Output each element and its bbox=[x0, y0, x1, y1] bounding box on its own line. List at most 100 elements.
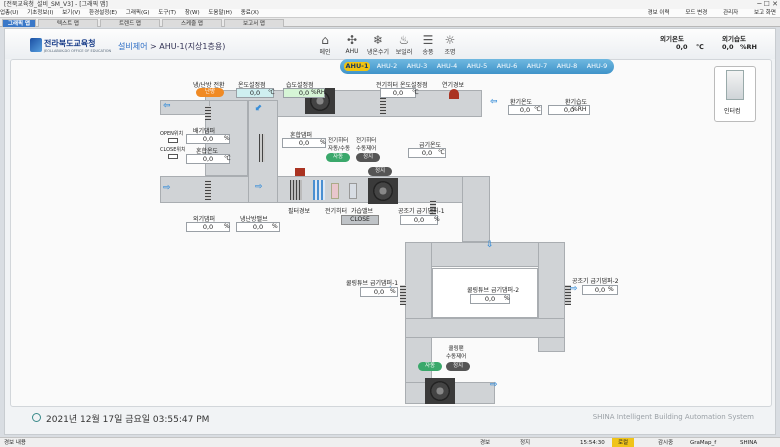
mode-change-button[interactable]: 모드 변경 bbox=[685, 10, 707, 16]
supply-temp-unit: ℃ bbox=[438, 149, 445, 156]
heater-manual-button[interactable]: 정지 bbox=[356, 153, 380, 162]
menu-item[interactable]: 창(W) bbox=[185, 10, 200, 16]
report-screen-button[interactable]: 보고 화면 bbox=[754, 10, 776, 16]
status-time: 15:54:30 bbox=[580, 440, 605, 446]
nav-ahu[interactable]: ✣ AHU bbox=[340, 33, 364, 55]
outdoor-temp-unit: ℃ bbox=[696, 43, 704, 51]
status-stop: 정지 bbox=[520, 440, 531, 446]
ahu-tab-6[interactable]: AHU-6 bbox=[494, 62, 520, 71]
cooling-fan-auto-button[interactable]: 자동 bbox=[418, 362, 442, 371]
heater-label: 전기히터 bbox=[325, 208, 348, 215]
menu-item[interactable]: 종료(X) bbox=[241, 10, 259, 16]
cooling-fan-stop-button[interactable]: 정지 bbox=[446, 362, 470, 371]
bulb-icon: ☼ bbox=[444, 33, 456, 47]
heater-auto-button[interactable]: 자동 bbox=[326, 153, 350, 162]
supply-fan-button[interactable]: 정지 bbox=[368, 167, 392, 176]
supply-damper1-label: 공조기 급기댐퍼-1 bbox=[398, 208, 445, 215]
cooling-damper1-label: 쿨링튜브 급기댐퍼-1 bbox=[346, 280, 399, 287]
heater-manual-label: 전기히터 수동제어 bbox=[356, 138, 377, 152]
status-company: SHINA SYSTEM bbox=[740, 440, 758, 446]
cooling-damper1-icon bbox=[400, 285, 406, 305]
toolbar-right: 경보 이력 모드 변경 관리자 보고 화면 bbox=[634, 9, 776, 18]
mix-damper-icon bbox=[259, 134, 265, 162]
tab-report-map[interactable]: 보고서 맵 bbox=[224, 19, 284, 27]
breadcrumb: 설비제어 > AHU-1(지상1층용) bbox=[118, 41, 225, 52]
smoke-alarm-icon bbox=[449, 89, 459, 99]
alarm-history-button[interactable]: 경보 이력 bbox=[648, 10, 670, 16]
chevron-right-icon: > bbox=[150, 42, 160, 51]
close-position-lamp bbox=[168, 154, 178, 159]
return-hum-unit: %RH bbox=[572, 106, 587, 113]
inverter-cabinet-icon bbox=[726, 70, 744, 100]
ahu-tab-2[interactable]: AHU-2 bbox=[374, 62, 400, 71]
nav-blower[interactable]: ☰ 송풍 bbox=[416, 33, 440, 56]
oa-damper-unit: % bbox=[224, 223, 230, 230]
ahu-tab-4[interactable]: AHU-4 bbox=[434, 62, 460, 71]
status-alarm: 경보 bbox=[480, 440, 491, 446]
outdoor-temp-value: 0,0 bbox=[676, 43, 688, 51]
nav-main[interactable]: ⌂ 메인 bbox=[313, 33, 337, 56]
blower-icon: ☰ bbox=[422, 33, 434, 47]
clock-icon bbox=[32, 413, 41, 422]
outdoor-hum-label: 외기습도 bbox=[722, 35, 746, 43]
mix-temp-unit: ℃ bbox=[224, 155, 231, 162]
mix-arrow-icon: ⬋ bbox=[255, 103, 263, 113]
tab-trend-map[interactable]: 트렌드 맵 bbox=[100, 19, 160, 27]
return-temp-unit: ℃ bbox=[534, 106, 541, 113]
cooling-damper2-label: 쿨링튜브 급기댐퍼-2 bbox=[467, 287, 520, 294]
status-mode: 로컬 bbox=[612, 438, 635, 447]
ahu-tab-8[interactable]: AHU-8 bbox=[554, 62, 580, 71]
status-user: GraMap_f bbox=[690, 440, 717, 446]
mode-button[interactable]: 난방 bbox=[196, 88, 224, 97]
menu-item[interactable]: 보기(V) bbox=[62, 10, 80, 16]
humidifier-label: 가습밸브 bbox=[351, 208, 374, 215]
window-title: [전북교육청_설비_SM_V3] - [그래픽 맵] bbox=[0, 0, 780, 9]
brand-text: SHINA Intelligent Building Automation Sy… bbox=[592, 413, 754, 421]
ahu-tab-3[interactable]: AHU-3 bbox=[404, 62, 430, 71]
supply-damper1-value: 0,0 bbox=[400, 215, 438, 225]
boiler-icon: ♨ bbox=[398, 33, 410, 47]
temp-setpoint-unit: ℃ bbox=[268, 89, 275, 96]
page-title: AHU-1(지상1층용) bbox=[159, 42, 226, 51]
ahu-tab-7[interactable]: AHU-7 bbox=[524, 62, 550, 71]
outdoor-hum-unit: %RH bbox=[740, 43, 757, 51]
heater-icon bbox=[331, 183, 339, 199]
nav-boiler[interactable]: ♨ 보일러 bbox=[392, 33, 416, 56]
tab-text-map[interactable]: 텍스트 맵 bbox=[38, 19, 98, 27]
ahu-tab-9[interactable]: AHU-9 bbox=[584, 62, 610, 71]
window-controls[interactable]: ─ ☐ ✕ bbox=[757, 0, 778, 9]
filter-icon bbox=[290, 180, 302, 200]
filter-alarm-lamp bbox=[295, 168, 305, 176]
status-bar: 경보 내용 경보 정지 15:54:30 로컬 감시중 GraMap_f SHI… bbox=[0, 437, 780, 447]
nav-lighting[interactable]: ☼ 조명 bbox=[438, 33, 462, 56]
supply-damper2-unit: % bbox=[608, 286, 614, 293]
admin-button[interactable]: 관리자 bbox=[723, 10, 738, 16]
snowflake-icon: ❄ bbox=[372, 33, 384, 47]
tab-schedule-map[interactable]: 스케줄 맵 bbox=[162, 19, 222, 27]
lower-header bbox=[405, 318, 565, 338]
supply-fan-icon bbox=[373, 181, 393, 201]
inverter-label: 인터컴 bbox=[724, 108, 741, 115]
nav-chiller[interactable]: ❄ 냉온수기 bbox=[366, 33, 390, 56]
return-arrow-icon: ⇦ bbox=[490, 97, 498, 107]
menu-item[interactable]: 환경설정(E) bbox=[89, 10, 117, 16]
ahu-tab-1[interactable]: AHU-1 bbox=[344, 62, 370, 71]
mix-damper-unit: % bbox=[320, 139, 326, 146]
exhaust-damper-unit: % bbox=[224, 135, 230, 142]
supply-damper2-label: 공조기 급기댐퍼-2 bbox=[572, 278, 619, 285]
breadcrumb-section[interactable]: 설비제어 bbox=[118, 42, 147, 51]
menu-item[interactable]: 그래픽(G) bbox=[126, 10, 150, 16]
ahu-selector: AHU-1 AHU-2 AHU-3 AHU-4 AHU-5 AHU-6 AHU-… bbox=[340, 59, 614, 74]
cooling-fan-icon bbox=[430, 381, 450, 401]
heater-temp-setpoint-input[interactable]: 0,0 bbox=[380, 88, 416, 98]
menu-item[interactable]: 업총(U) bbox=[0, 10, 18, 16]
logo-subtitle: JEOLLABUK-DO OFFICE OF EDUCATION bbox=[44, 49, 112, 53]
menu-item[interactable]: 도구(T) bbox=[158, 10, 176, 16]
current-datetime: 2021년 12월 17일 금요일 03:55:47 PM bbox=[46, 415, 210, 425]
menu-item[interactable]: 기초정보(I) bbox=[27, 10, 53, 16]
ahu-tab-5[interactable]: AHU-5 bbox=[464, 62, 490, 71]
outdoor-temp-label: 외기온도 bbox=[660, 35, 684, 43]
tab-graphic-map[interactable]: 그래픽 맵 bbox=[2, 19, 36, 27]
menu-item[interactable]: 도움말(H) bbox=[208, 10, 232, 16]
smoke-alarm-label: 연기경보 bbox=[442, 82, 465, 89]
